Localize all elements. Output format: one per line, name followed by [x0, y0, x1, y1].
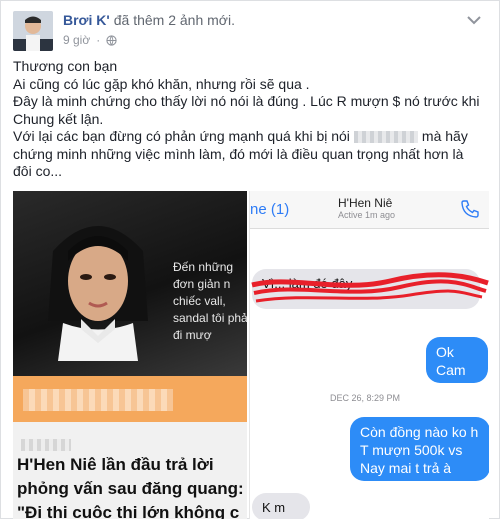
chevron-down-icon[interactable] — [465, 14, 483, 26]
post-line-last: Với lại các bạn đừng có phản ứng mạnh qu… — [13, 128, 483, 181]
chat-back-label: ne (1) — [250, 201, 290, 218]
facebook-post: Brơi K' đã thêm 2 ảnh mới. 9 giờ · Thương… — [0, 0, 500, 519]
avatar-photo — [13, 11, 53, 51]
chat-timestamp: DEC 26, 8:29 PM — [330, 393, 401, 403]
chat-contact-status: Active 1m ago — [338, 210, 396, 220]
post-header: Brơi K' đã thêm 2 ảnh mới. — [63, 12, 235, 28]
post-line-part: Với lại các bạn đừng có phản ứng mạnh qu… — [13, 128, 350, 144]
censored-source-text — [21, 439, 71, 451]
article-headline: H'Hen Niê lần đầu trả lời phỏng vấn sau … — [17, 455, 244, 519]
censored-word — [353, 131, 418, 144]
chat-bubble-outgoing-message: Còn đồng nào ko h T mượn 500k vs Nay mai… — [350, 417, 489, 481]
post-body: Thương con bạn Ai cũng có lúc gặp khó kh… — [13, 58, 483, 181]
post-line: Đây là minh chứng cho thấy lời nó nói là… — [13, 93, 480, 127]
post-action-text: đã thêm 2 ảnh mới. — [113, 12, 235, 28]
image-overlay-text: Đến những đơn giản n chiếc vali, sandal … — [173, 260, 247, 342]
post-photo-left[interactable]: Đến những đơn giản n chiếc vali, sandal … — [13, 191, 247, 519]
post-line: Thương con bạn — [13, 58, 118, 74]
portrait-illustration — [48, 226, 148, 361]
author-avatar[interactable] — [13, 11, 53, 51]
chat-contact-name: H'Hen Niê — [338, 196, 393, 210]
post-time[interactable]: 9 giờ — [63, 33, 90, 47]
author-name[interactable]: Brơi K' — [63, 12, 110, 28]
red-scribble-censor — [251, 272, 489, 303]
chat-bubble-incoming-reply: K m ơi — [252, 493, 310, 519]
chat-header: ne (1) H'Hen Niê Active 1m ago — [250, 191, 489, 229]
post-meta: 9 giờ · — [63, 33, 117, 47]
censored-banner-text — [23, 389, 173, 411]
post-line: Ai cũng có lúc gặp khó khăn, nhưng rồi s… — [13, 75, 310, 92]
globe-icon[interactable] — [106, 34, 117, 46]
post-photo-right[interactable]: ne (1) H'Hen Niê Active 1m ago Vì... làm… — [249, 191, 489, 519]
chat-bubble-outgoing-ok: Ok Cam ơ — [426, 337, 488, 396]
meta-separator: · — [96, 33, 101, 47]
phone-icon — [461, 200, 479, 218]
